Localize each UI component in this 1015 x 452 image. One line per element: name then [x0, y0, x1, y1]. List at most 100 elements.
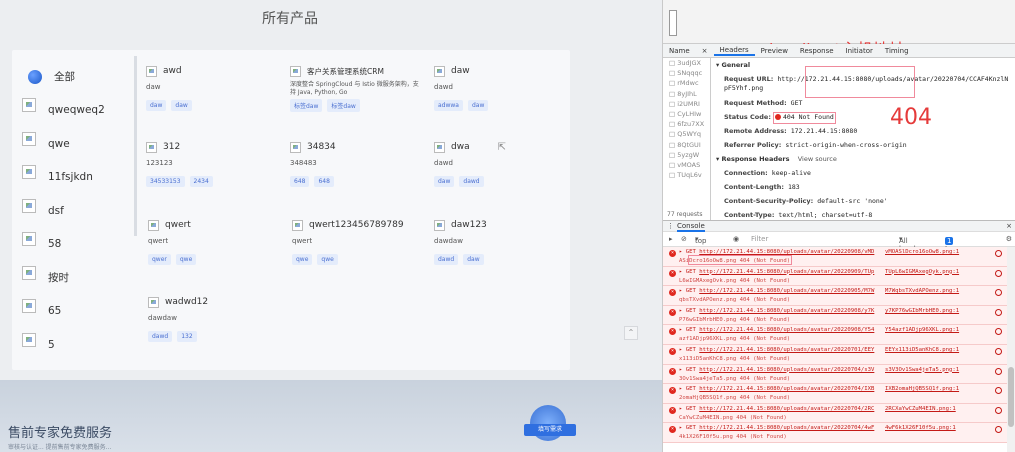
back-to-top-button[interactable]: ⌃ [624, 326, 638, 340]
request-row[interactable]: 6fzu7XX [663, 119, 710, 129]
tab-name[interactable]: Name [663, 47, 696, 55]
request-row[interactable]: rMdwc [663, 78, 710, 88]
remote-address-value: 172.21.44.15:8080 [790, 127, 858, 135]
console-error-row[interactable]: × ▸ GET http://172.21.44.15:8080/uploads/… [663, 325, 1008, 345]
product-tag: dawd [459, 176, 484, 187]
product-card[interactable]: daw dawd adwwa daw [434, 64, 569, 111]
category-item[interactable]: 11fsjkdn [22, 161, 134, 195]
request-link[interactable]: http://172.21.44.15:8080/uploads/avatar/… [699, 288, 874, 294]
console-error-row[interactable]: × ▸ GET http://172.21.44.15:8080/uploads/… [663, 423, 1008, 443]
reload-icon [995, 308, 1002, 316]
console-scrollbar[interactable] [1007, 247, 1015, 452]
view-source-link[interactable]: View source [798, 155, 837, 163]
request-link[interactable]: http://172.21.44.15:8080/uploads/avatar/… [699, 367, 874, 373]
request-link[interactable]: http://172.21.44.15:8080/uploads/avatar/… [699, 269, 874, 275]
category-item[interactable]: qweqweq2 [22, 94, 134, 128]
tab-response[interactable]: Response [794, 47, 840, 55]
console-error-row[interactable]: × ▸ GET http://172.21.44.15:8080/uploads/… [663, 286, 1008, 306]
console-error-row[interactable]: × ▸ GET http://172.21.44.15:8080/uploads/… [663, 266, 1008, 287]
console-error-row[interactable]: × ▸ GET http://172.21.44.15:8080/uploads/… [663, 364, 1008, 385]
request-row[interactable]: Q5WYq [663, 129, 710, 139]
product-card[interactable]: qwert qwert qwer qwe [148, 218, 283, 265]
product-card[interactable]: wadwd12 dawdaw dawd 132 [148, 295, 283, 342]
eye-icon[interactable]: ◉ [733, 235, 739, 243]
device-toggle-icon[interactable] [669, 10, 677, 36]
category-item[interactable]: 58 [22, 228, 134, 262]
source-link[interactable]: TUpL6wIGMAxegOyk.png:1 [885, 269, 959, 275]
clear-console-icon[interactable]: ⊘ [681, 235, 687, 243]
devtools-panel: localhost主机地址 Name × Headers Preview Res… [662, 0, 1015, 452]
error-icon: × [669, 328, 676, 336]
product-card[interactable]: daw123 dawdaw dawd daw [434, 218, 569, 265]
source-link[interactable]: vMOASlDcro16oOw8.png:1 [885, 249, 959, 255]
category-item[interactable]: 5 [22, 328, 134, 362]
request-link[interactable]: http://172.21.44.15:8080/uploads/avatar/… [699, 386, 874, 392]
source-link[interactable]: IXB2omaHjQB5SQ1f.png:1 [885, 386, 959, 392]
category-item[interactable]: dsf [22, 194, 134, 228]
reload-icon [995, 347, 1002, 355]
category-item[interactable]: 65 [22, 295, 134, 329]
request-row[interactable]: 5yzgW [663, 150, 710, 160]
request-row[interactable]: SNqqqc [663, 68, 710, 78]
request-row[interactable]: 8QtGUI [663, 140, 710, 150]
source-link[interactable]: 2RCXaYwCZuM4EIN.png:1 [885, 406, 956, 412]
log-levels-select[interactable]: All levels ▾ [899, 235, 919, 253]
product-card[interactable]: awd daw daw daw [146, 64, 281, 111]
product-tag: adwwa [434, 100, 463, 111]
request-row[interactable]: CyLHIw [663, 109, 710, 119]
source-link[interactable]: y7KP76wGIbMrbHE0.png:1 [885, 308, 959, 314]
error-icon: × [669, 387, 676, 395]
tab-initiator[interactable]: Initiator [840, 47, 879, 55]
error-icon: × [669, 308, 676, 316]
tab-console[interactable]: Console [677, 222, 705, 232]
context-select[interactable]: top ▾ [695, 235, 706, 245]
log-detail: L6wIGMAxegOvk.png 404 (Not Found) [679, 277, 791, 284]
console-drawer-tabs: ⋮ Console × [663, 220, 1015, 232]
category-item[interactable]: qwe [22, 127, 134, 161]
source-link[interactable]: M7WqbsTXvdAPOenz.png:1 [885, 288, 959, 294]
request-row[interactable]: i2UMRI [663, 99, 710, 109]
product-tag: 34533153 [146, 176, 185, 187]
reload-icon [995, 289, 1002, 297]
source-link[interactable]: Y54azf1ADjp96XKL.png:1 [885, 327, 959, 333]
error-icon: × [669, 347, 676, 355]
close-drawer-icon[interactable]: × [1006, 222, 1012, 230]
source-link[interactable]: 4wF6k1X26F10f5u.png:1 [885, 425, 956, 431]
source-link[interactable]: EEYx113iD5anKhC8.png:1 [885, 347, 959, 353]
request-row[interactable]: vMOAS [663, 160, 710, 170]
fill-requirement-button[interactable]: 填写需求 [524, 424, 576, 436]
product-card[interactable]: 34834 348483 648 648 [290, 140, 425, 187]
tab-headers[interactable]: Headers [713, 46, 755, 56]
request-row[interactable]: 3udJGX [663, 58, 710, 68]
source-link[interactable]: s3V3Ov1Swa4jeTa5.png:1 [885, 367, 959, 373]
log-detail: 3Ov1Swa4jeTa5.png 404 (Not Found) [679, 375, 791, 382]
drawer-menu-icon[interactable]: ⋮ [667, 222, 674, 230]
reload-icon [995, 328, 1002, 336]
request-link[interactable]: http://172.21.44.15:8080/uploads/avatar/… [699, 347, 874, 353]
category-item-all[interactable]: 全部 [22, 60, 134, 94]
gear-icon[interactable]: ⚙ [1006, 235, 1012, 243]
tab-timing[interactable]: Timing [879, 47, 915, 55]
request-link[interactable]: http://172.21.44.15:8080/uploads/avatar/… [699, 308, 874, 314]
console-filter-input[interactable]: Filter [751, 235, 768, 243]
product-desc: daw [146, 83, 161, 91]
console-error-row[interactable]: × ▸ GET http://172.21.44.15:8080/uploads/… [663, 403, 1008, 424]
request-link[interactable]: http://172.21.44.15:8080/uploads/avatar/… [699, 425, 874, 431]
product-card[interactable]: qwert123456789789 qwert qwe qwe [292, 218, 427, 265]
request-link[interactable]: http://172.21.44.15:8080/uploads/avatar/… [699, 327, 874, 333]
console-error-row[interactable]: × ▸ GET http://172.21.44.15:8080/uploads/… [663, 305, 1008, 326]
product-card[interactable]: dwa ⇱ dawd daw dawd [434, 140, 569, 187]
console-error-row[interactable]: × ▸ GET http://172.21.44.15:8080/uploads/… [663, 344, 1008, 365]
product-card[interactable]: 312 123123 34533153 2434 [146, 140, 281, 187]
sidebar-toggle-icon[interactable]: ▸ [669, 235, 673, 243]
request-row[interactable]: 8yJIhL [663, 89, 710, 99]
response-headers-toggle[interactable]: ▾ Response Headers View source [712, 152, 1015, 166]
product-card[interactable]: 客户关系管理系统CRM 深度整合 SpringCloud 与 Istio 微服务… [290, 64, 420, 112]
tab-preview[interactable]: Preview [755, 47, 794, 55]
category-item[interactable]: 按时 [22, 261, 134, 295]
console-error-row[interactable]: × ▸ GET http://172.21.44.15:8080/uploads/… [663, 384, 1008, 404]
request-link[interactable]: http://172.21.44.15:8080/uploads/avatar/… [699, 406, 874, 412]
category-scrollbar[interactable] [134, 56, 137, 236]
close-icon[interactable]: × [696, 47, 714, 55]
request-row[interactable]: TUqL6v [663, 170, 710, 180]
